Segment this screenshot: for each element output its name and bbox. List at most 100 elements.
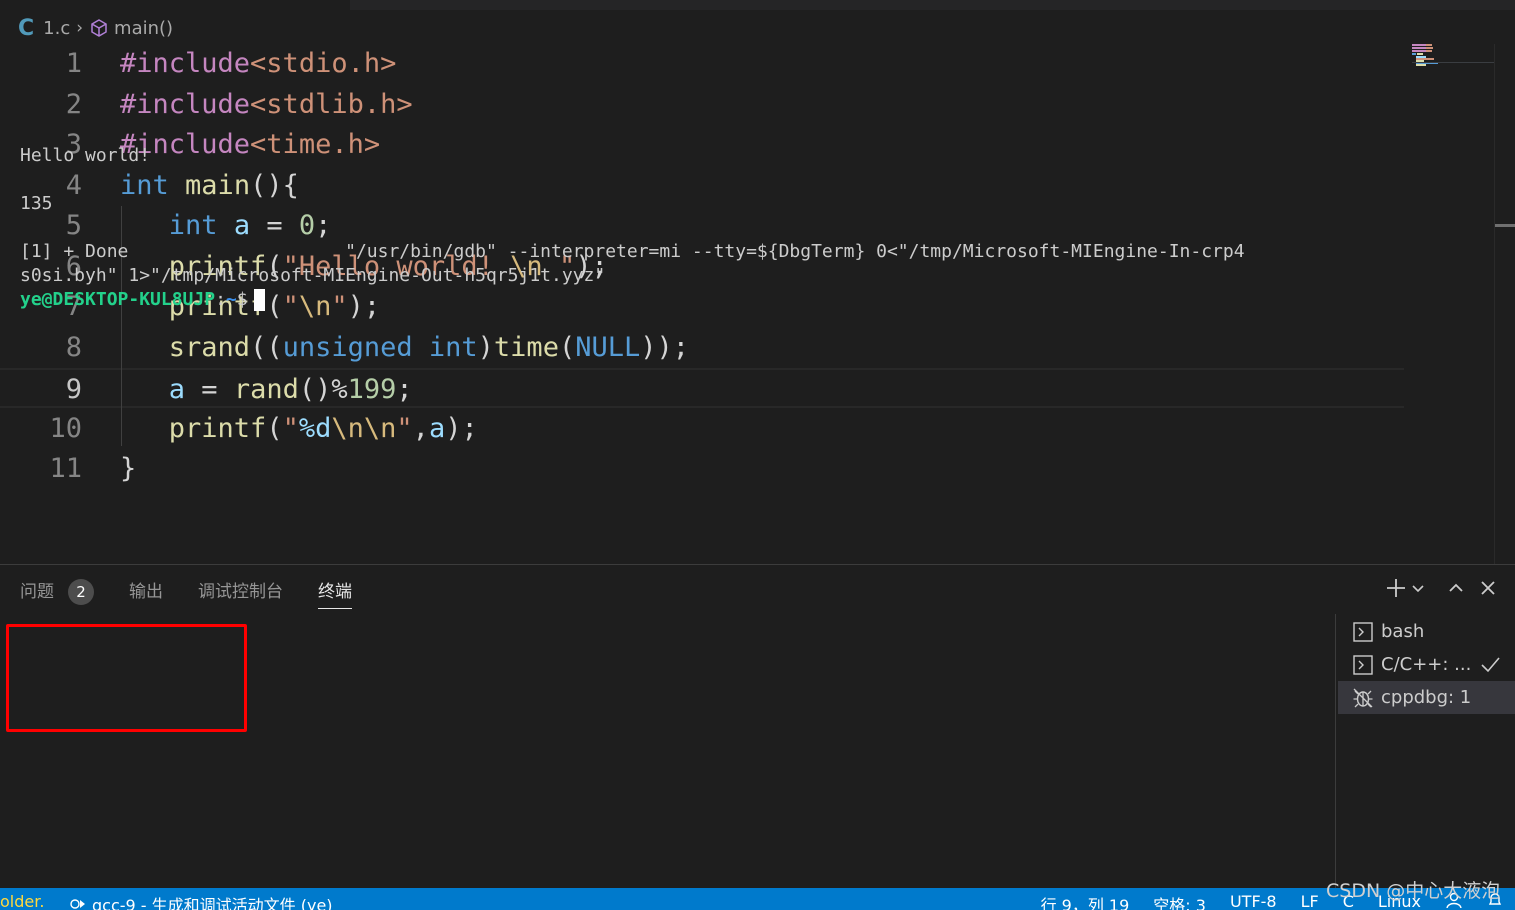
code-token: #include <box>120 48 251 79</box>
prompt-symbol: $ <box>236 289 248 310</box>
gear-play-icon <box>68 896 86 910</box>
status-bar: older. gcc-9 - 生成和调试活动文件 (ye) 行 9，列 19 空… <box>0 888 1515 910</box>
status-eol[interactable]: LF <box>1301 892 1319 910</box>
active-editor-tab[interactable] <box>0 0 350 10</box>
code-token: (){ <box>250 169 299 201</box>
terminal-item-cppdbg[interactable]: cppdbg: 1 <box>1338 681 1515 714</box>
code-token: \n <box>298 291 332 322</box>
cube-icon <box>89 18 109 38</box>
code-line[interactable]: 8 srand((unsigned int)time(NULL)); <box>0 328 1404 368</box>
status-encoding[interactable]: UTF-8 <box>1230 892 1277 910</box>
minimap[interactable] <box>1412 44 1494 68</box>
code-token: 0 <box>298 210 316 241</box>
line-number: 8 <box>65 331 82 363</box>
code-token: " <box>331 291 348 322</box>
problems-count-badge: 2 <box>68 579 94 605</box>
tab-problems[interactable]: 问题 2 <box>20 579 94 605</box>
status-indentation[interactable]: 空格: 3 <box>1153 892 1206 910</box>
editor-scrollbar-thumb[interactable] <box>1495 224 1515 227</box>
code-token: a <box>168 374 186 405</box>
prompt-user: ye@DESKTOP-KUL8UJP <box>20 289 216 310</box>
terminal-item-label: cppdbg: 1 <box>1381 687 1472 708</box>
breadcrumb: C 1.c › main() <box>18 14 173 42</box>
tab-terminal-label: 终端 <box>318 582 352 602</box>
code-token: a <box>428 412 446 444</box>
terminal-item-bash[interactable]: bash <box>1338 615 1515 648</box>
chevron-down-icon[interactable] <box>1411 581 1425 595</box>
prompt-path: ~ <box>225 289 237 310</box>
terminal-cursor <box>253 289 265 311</box>
code-token: main <box>185 169 251 201</box>
status-cursor-position[interactable]: 行 9，列 19 <box>1041 892 1130 910</box>
terminal-line: s0si.byh" 1>"/tmp/Microsoft-MIEngine-Out… <box>20 265 606 286</box>
code-token: ()% <box>298 374 348 405</box>
editor-tab-strip <box>0 0 1515 10</box>
status-task[interactable]: gcc-9 - 生成和调试活动文件 (ye) <box>68 892 333 910</box>
code-token: = <box>185 374 234 405</box>
code-token: <stdlib.h> <box>250 88 413 120</box>
code-line[interactable]: 4 int main(){ <box>0 166 1404 206</box>
maximize-icon[interactable] <box>1447 579 1465 597</box>
code-token: )); <box>640 331 690 363</box>
plus-icon[interactable] <box>1385 577 1407 599</box>
breadcrumb-file[interactable]: 1.c <box>43 18 70 39</box>
terminal-prompt: ye@DESKTOP-KUL8UJP:~$ <box>20 288 265 312</box>
terminal-list-divider[interactable] <box>1335 614 1336 888</box>
panel-tabs: 问题 2 输出 调试控制台 终端 <box>20 579 387 609</box>
code-token: 199 <box>347 374 397 405</box>
status-folder[interactable]: older. <box>0 892 44 910</box>
line-number: 10 <box>49 412 82 444</box>
code-token: = <box>250 210 299 241</box>
code-token: ); <box>347 291 381 322</box>
check-icon <box>1479 654 1501 681</box>
code-token: " <box>282 291 299 322</box>
watermark: CSDN @中心大液泡 <box>1326 880 1501 902</box>
code-line[interactable]: 3 #include<time.h> <box>0 125 1404 165</box>
terminal-item-cpp[interactable]: C/C++: ... <box>1338 648 1515 681</box>
code-token: ; <box>315 210 332 241</box>
panel-actions <box>1385 577 1497 599</box>
line-number: 1 <box>65 48 82 79</box>
code-token: ) <box>477 331 494 363</box>
code-text: #include<stdio.h> <box>120 44 396 84</box>
tab-debug-console[interactable]: 调试控制台 <box>198 579 283 605</box>
output-highlight-box <box>6 624 247 732</box>
code-line[interactable]: 10 printf("%d\n\n",a); <box>0 409 1404 449</box>
code-token: rand <box>233 374 299 405</box>
close-icon[interactable] <box>1479 579 1497 597</box>
terminal-item-label: bash <box>1381 621 1425 642</box>
tab-terminal[interactable]: 终端 <box>318 579 352 609</box>
tab-output[interactable]: 输出 <box>129 579 163 605</box>
code-token: " <box>282 412 299 444</box>
code-line[interactable]: 11} <box>0 449 1404 489</box>
code-token: ( <box>558 331 576 363</box>
code-token: NULL <box>575 331 641 363</box>
code-token: int <box>120 169 169 201</box>
chevron-right-icon: › <box>76 18 84 38</box>
code-token: a <box>233 210 251 241</box>
breadcrumb-symbol[interactable]: main() <box>114 18 173 39</box>
code-line[interactable]: 1 #include<stdio.h> <box>0 44 1404 84</box>
code-text: srand((unsigned int)time(NULL)); <box>120 328 689 368</box>
code-text: a = rand()%199; <box>120 370 413 410</box>
code-token: , <box>412 412 429 444</box>
editor-scrollbar[interactable] <box>1494 44 1495 564</box>
code-token: srand <box>168 331 251 363</box>
terminal-icon <box>1352 621 1374 643</box>
tab-output-label: 输出 <box>129 582 163 602</box>
code-line[interactable]: 9 a = rand()%199; <box>0 368 1404 408</box>
terminal-icon <box>1352 654 1374 676</box>
code-token: %d <box>298 412 332 444</box>
tab-problems-label: 问题 <box>20 582 54 602</box>
terminal-list: bash C/C++: ... cppdbg: 1 <box>1338 615 1515 714</box>
code-token: int <box>168 210 218 241</box>
debug-icon <box>1352 687 1374 709</box>
line-number: 11 <box>49 453 82 484</box>
code-token: printf <box>168 412 267 444</box>
code-line[interactable]: 2 #include<stdlib.h> <box>0 85 1404 125</box>
